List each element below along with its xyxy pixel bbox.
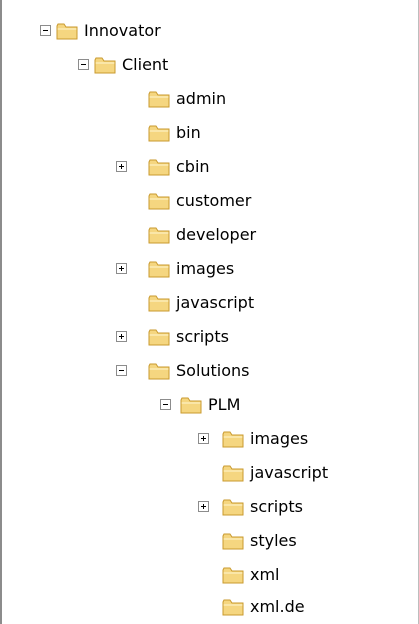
tree-node-plm-xml-de[interactable]: xml.de xyxy=(0,590,419,624)
folder-icon xyxy=(180,396,202,414)
folder-icon xyxy=(148,294,170,312)
folder-icon xyxy=(222,430,244,448)
tree-node-label[interactable]: admin xyxy=(174,88,228,110)
folder-icon xyxy=(222,464,244,482)
folder-icon xyxy=(222,532,244,550)
folder-icon xyxy=(148,328,170,346)
tree-node-plm-scripts[interactable]: scripts xyxy=(0,490,419,524)
expand-toggle-icon[interactable] xyxy=(198,433,209,444)
tree-node-label[interactable]: xml xyxy=(248,564,282,586)
tree-node-label[interactable]: Client xyxy=(120,54,170,76)
tree-node-innovator[interactable]: Innovator xyxy=(0,14,419,48)
tree-node-developer[interactable]: developer xyxy=(0,218,419,252)
collapse-toggle-icon[interactable] xyxy=(40,25,51,36)
tree-node-cbin[interactable]: cbin xyxy=(0,150,419,184)
tree-node-label[interactable]: images xyxy=(174,258,236,280)
tree-node-scripts[interactable]: scripts xyxy=(0,320,419,354)
tree-node-label[interactable]: cbin xyxy=(174,156,212,178)
tree-node-label[interactable]: xml.de xyxy=(248,596,307,618)
tree-node-label[interactable]: Innovator xyxy=(82,20,163,42)
folder-tree-panel: Innovator Client admin bin cbin customer xyxy=(0,0,419,624)
folder-icon xyxy=(148,90,170,108)
tree-node-images[interactable]: images xyxy=(0,252,419,286)
tree-node-solutions[interactable]: Solutions xyxy=(0,354,419,388)
folder-icon xyxy=(148,260,170,278)
expand-toggle-icon[interactable] xyxy=(116,263,127,274)
folder-icon xyxy=(56,22,78,40)
folder-icon xyxy=(94,56,116,74)
tree-node-bin[interactable]: bin xyxy=(0,116,419,150)
tree-node-label[interactable]: Solutions xyxy=(174,360,252,382)
collapse-toggle-icon[interactable] xyxy=(116,365,127,376)
folder-icon xyxy=(222,566,244,584)
tree-node-label[interactable]: javascript xyxy=(248,462,330,484)
folder-icon xyxy=(148,124,170,142)
folder-icon xyxy=(222,598,244,616)
collapse-toggle-icon[interactable] xyxy=(160,399,171,410)
tree-node-plm-images[interactable]: images xyxy=(0,422,419,456)
folder-icon xyxy=(222,498,244,516)
expand-toggle-icon[interactable] xyxy=(198,501,209,512)
tree-node-label[interactable]: PLM xyxy=(206,394,242,416)
tree-node-label[interactable]: scripts xyxy=(174,326,231,348)
tree-node-customer[interactable]: customer xyxy=(0,184,419,218)
tree-node-label[interactable]: scripts xyxy=(248,496,305,518)
tree-node-label[interactable]: customer xyxy=(174,190,253,212)
tree-node-javascript[interactable]: javascript xyxy=(0,286,419,320)
folder-icon xyxy=(148,192,170,210)
folder-icon xyxy=(148,158,170,176)
tree-node-client[interactable]: Client xyxy=(0,48,419,82)
tree-node-plm[interactable]: PLM xyxy=(0,388,419,422)
tree-node-admin[interactable]: admin xyxy=(0,82,419,116)
folder-icon xyxy=(148,362,170,380)
tree-node-label[interactable]: bin xyxy=(174,122,203,144)
tree-node-plm-javascript[interactable]: javascript xyxy=(0,456,419,490)
tree-node-label[interactable]: styles xyxy=(248,530,299,552)
tree-node-plm-xml[interactable]: xml xyxy=(0,558,419,592)
expand-toggle-icon[interactable] xyxy=(116,161,127,172)
tree-node-plm-styles[interactable]: styles xyxy=(0,524,419,558)
collapse-toggle-icon[interactable] xyxy=(78,59,89,70)
expand-toggle-icon[interactable] xyxy=(116,331,127,342)
tree-node-label[interactable]: developer xyxy=(174,224,258,246)
folder-icon xyxy=(148,226,170,244)
tree-node-label[interactable]: images xyxy=(248,428,310,450)
tree-node-label[interactable]: javascript xyxy=(174,292,256,314)
